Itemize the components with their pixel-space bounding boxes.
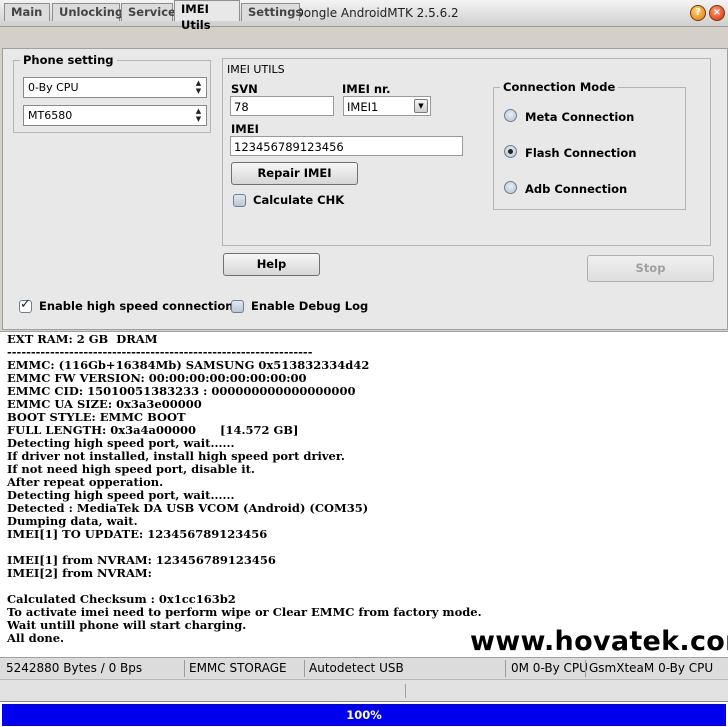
cpu-select-value: 0-By CPU (28, 81, 79, 94)
log-line: Wait untill phone will start charging. (7, 618, 247, 632)
model-select-value: MT6580 (28, 109, 73, 122)
imei-nr-value: IMEI1 (347, 100, 379, 114)
status-separator (184, 660, 185, 677)
tab-content-panel: Phone setting 0-By CPU ▲ ▼ MT6580 ▲ ▼ IMEI… (2, 48, 728, 330)
model-select[interactable]: MT6580 ▲ ▼ (23, 105, 207, 126)
flash-connection-radio[interactable] (504, 145, 517, 158)
imei-nr-select[interactable]: IMEI1 ▼ (343, 96, 431, 116)
connection-mode-legend: Connection Mode (503, 80, 616, 94)
calculate-chk-checkbox[interactable] (233, 194, 246, 207)
imei-label: IMEI (231, 122, 259, 136)
log-line: All done. (7, 631, 65, 645)
spin-arrows-icon[interactable]: ▲ ▼ (192, 107, 205, 124)
phone-setting-legend: Phone setting (23, 53, 114, 67)
imei-nr-label: IMEI nr. (342, 82, 391, 96)
watermark: www.hovatek.com (470, 626, 728, 657)
high-speed-label: Enable high speed connection (39, 299, 234, 313)
tab-main[interactable]: Main (4, 3, 50, 21)
meta-connection-radio[interactable] (504, 109, 517, 122)
svn-input[interactable]: 78 (230, 96, 334, 116)
progress-separator (405, 684, 406, 698)
repair-imei-button[interactable]: Repair IMEI (231, 162, 358, 185)
cpu-select[interactable]: 0-By CPU ▲ ▼ (23, 77, 207, 98)
high-speed-checkbox[interactable]: ✓ (19, 297, 32, 313)
secondary-progress-row (0, 679, 728, 701)
tab-imei-utils[interactable]: IMEI Utils (174, 0, 240, 32)
log-output[interactable]: EXT RAM: 2 GB DRAM ----------------------… (0, 331, 728, 657)
imei-input[interactable]: 123456789123456 (230, 136, 463, 156)
adb-connection-label: Adb Connection (525, 182, 628, 196)
meta-connection-label: Meta Connection (525, 110, 635, 124)
calculate-chk-label: Calculate CHK (253, 193, 345, 207)
help-button[interactable]: Help (223, 253, 320, 276)
tab-service[interactable]: Service (121, 3, 176, 21)
flash-connection-label: Flash Connection (525, 146, 637, 160)
status-usb: Autodetect USB (309, 661, 404, 675)
imei-utils-legend: IMEI UTILS (227, 63, 285, 76)
svn-value: 78 (234, 100, 249, 114)
checkmark-icon: ✓ (20, 297, 31, 312)
chevron-down-icon[interactable]: ▼ (414, 99, 428, 113)
status-separator (505, 660, 506, 677)
help-window-icon[interactable]: ? (690, 5, 706, 21)
stop-button[interactable]: Stop (587, 255, 714, 282)
status-cpu: 0M 0-By CPU (511, 661, 588, 675)
log-line: IMEI[1] TO UPDATE: 123456789123456 (7, 527, 268, 541)
status-team: GsmXteaM 0-By CPU (589, 661, 714, 675)
status-bar: 5242880 Bytes / 0 Bps EMMC STORAGE Autod… (0, 657, 728, 679)
debug-log-label: Enable Debug Log (251, 299, 369, 313)
log-lines: EXT RAM: 2 GB DRAM ----------------------… (7, 333, 482, 645)
status-separator (585, 660, 586, 677)
status-bytes: 5242880 Bytes / 0 Bps (6, 661, 143, 675)
progress-bar: 100% (0, 701, 728, 727)
spin-arrows-icon[interactable]: ▲ ▼ (192, 79, 205, 96)
status-separator (304, 660, 305, 677)
imei-value: 123456789123456 (234, 140, 344, 154)
log-line: IMEI[2] from NVRAM: (7, 566, 152, 580)
close-icon[interactable]: × (709, 5, 725, 21)
svn-label: SVN (231, 82, 258, 96)
tab-unlocking[interactable]: Unlocking (52, 3, 123, 21)
status-storage: EMMC STORAGE (189, 661, 287, 675)
tab-settings[interactable]: Settings (241, 3, 302, 21)
progress-label: 100% (346, 708, 382, 722)
adb-connection-radio[interactable] (504, 181, 517, 194)
debug-log-checkbox[interactable] (231, 300, 244, 313)
